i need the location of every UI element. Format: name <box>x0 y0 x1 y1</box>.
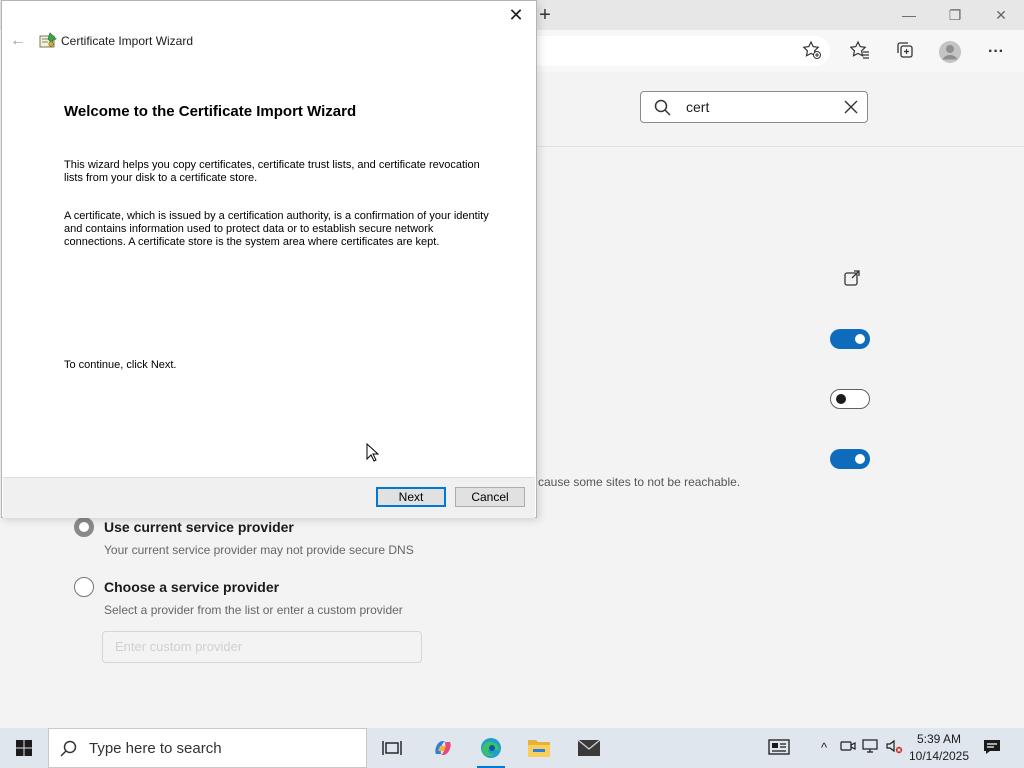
external-link-icon[interactable] <box>843 269 861 287</box>
back-arrow-icon[interactable]: ← <box>8 31 28 51</box>
taskbar: Type here to search ^ 5:39 AM 10/14/2025 <box>0 728 1024 768</box>
clock-time: 5:39 AM <box>916 732 962 746</box>
taskbar-search-placeholder: Type here to search <box>89 740 222 757</box>
mouse-cursor-icon <box>366 443 380 462</box>
task-view-icon <box>382 741 402 755</box>
task-view-button[interactable] <box>368 728 416 768</box>
mail-icon <box>577 739 601 756</box>
clock-date: 10/14/2025 <box>908 749 970 763</box>
secure-dns-toggle[interactable] <box>830 449 870 469</box>
wizard-intro-text: This wizard helps you copy certificates,… <box>64 159 480 184</box>
search-icon <box>60 740 77 757</box>
new-tab-button[interactable]: + <box>536 4 554 26</box>
next-button[interactable]: Next <box>376 487 446 507</box>
network-icon[interactable] <box>861 738 881 758</box>
address-bar[interactable] <box>536 36 830 66</box>
copilot-icon <box>435 741 451 755</box>
option-label: Use current service provider <box>104 519 294 535</box>
taskbar-search-box[interactable]: Type here to search <box>48 728 367 768</box>
certificate-import-wizard: ✕ ← Certificate Import Wizard Welcome to… <box>1 0 537 518</box>
file-explorer-button[interactable] <box>515 728 563 768</box>
copilot-button[interactable] <box>419 728 467 768</box>
edge-icon <box>481 738 501 758</box>
option-description: Your current service provider may not pr… <box>104 543 414 557</box>
more-icon[interactable]: ··· <box>984 40 1008 64</box>
edge-taskbar-button[interactable] <box>467 728 515 768</box>
setting-toggle[interactable] <box>830 389 870 409</box>
meet-now-icon[interactable] <box>838 738 858 758</box>
radio-use-current-provider[interactable] <box>74 517 94 537</box>
windows-logo-icon <box>16 740 32 756</box>
secure-dns-note: cause some sites to not be reachable. <box>538 475 741 489</box>
favorites-icon[interactable] <box>848 40 872 64</box>
settings-search-input[interactable]: cert <box>640 91 868 123</box>
clear-search-icon[interactable] <box>841 97 861 117</box>
wizard-title: Certificate Import Wizard <box>61 34 194 48</box>
radio-choose-provider[interactable] <box>74 577 94 597</box>
minimize-button[interactable]: — <box>886 4 932 26</box>
folder-icon <box>528 740 550 757</box>
search-icon <box>654 99 671 116</box>
custom-provider-input[interactable]: Enter custom provider <box>102 631 422 663</box>
wizard-continue-text: To continue, click Next. <box>64 359 177 371</box>
wizard-description-text: A certificate, which is issued by a cert… <box>64 210 489 248</box>
system-clock[interactable]: 5:39 AM 10/14/2025 <box>904 731 974 765</box>
show-hidden-icons-chevron[interactable]: ^ <box>814 738 834 758</box>
mail-button[interactable] <box>565 728 613 768</box>
volume-muted-icon[interactable] <box>884 738 904 758</box>
notifications-icon[interactable] <box>982 738 1002 758</box>
wizard-close-button[interactable]: ✕ <box>502 3 530 27</box>
close-window-button[interactable]: ✕ <box>978 4 1024 26</box>
restore-button[interactable]: ❐ <box>932 4 978 26</box>
setting-toggle[interactable] <box>830 329 870 349</box>
profile-icon[interactable] <box>938 40 962 64</box>
cancel-button[interactable]: Cancel <box>455 487 525 507</box>
news-widget-icon[interactable] <box>768 738 790 758</box>
search-value: cert <box>686 99 710 115</box>
option-label: Choose a service provider <box>104 579 280 595</box>
start-button[interactable] <box>0 728 48 768</box>
collections-icon[interactable] <box>893 40 917 64</box>
certificate-icon <box>39 32 57 48</box>
favorites-add-icon[interactable] <box>800 40 824 64</box>
option-description: Select a provider from the list or enter… <box>104 603 403 617</box>
wizard-heading: Welcome to the Certificate Import Wizard <box>64 103 357 120</box>
